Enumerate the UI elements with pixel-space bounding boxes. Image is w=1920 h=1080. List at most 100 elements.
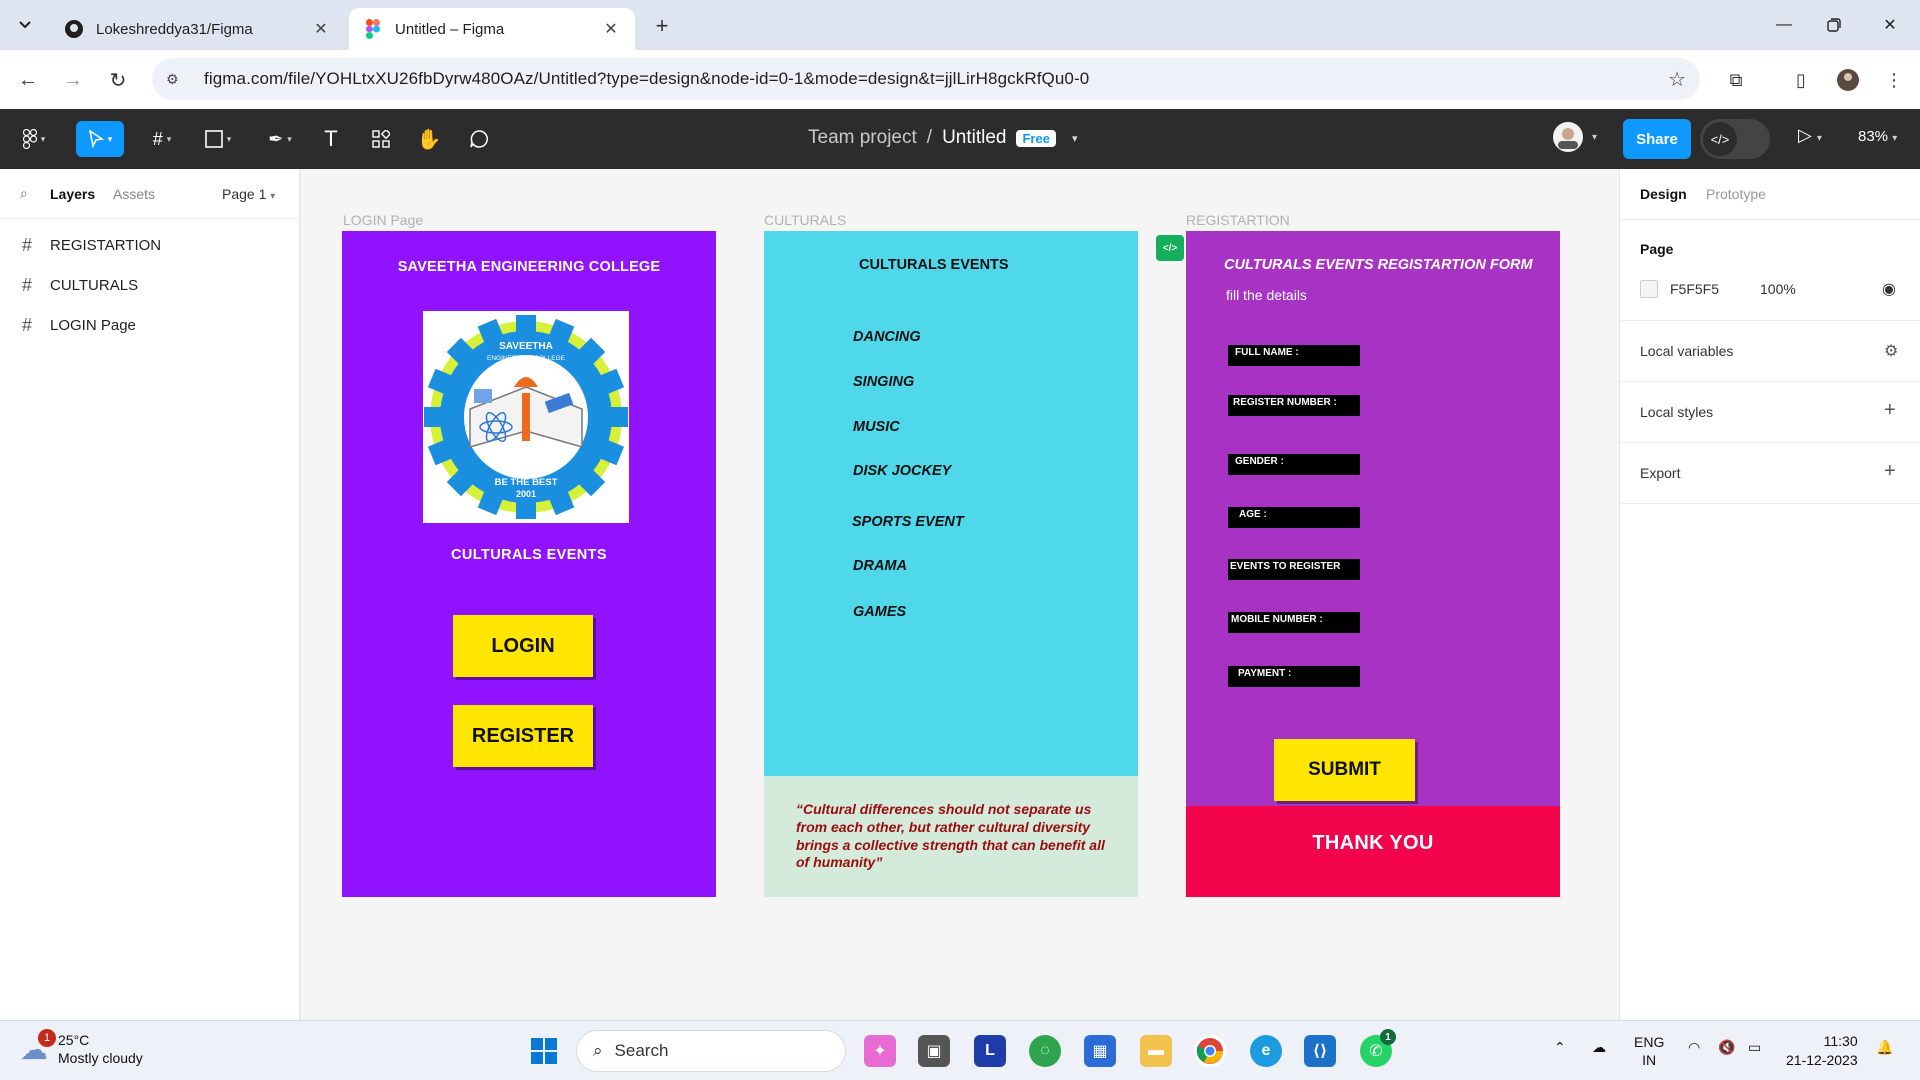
address-bar[interactable]: ⚙ figma.com/file/YOHLtxXU26fbDyrw480OAz/… bbox=[152, 58, 1700, 100]
chevron-up-icon[interactable]: ⌃ bbox=[1554, 1039, 1566, 1056]
tab-search-button[interactable] bbox=[10, 10, 40, 40]
layer-item-culturals[interactable]: # CULTURALS bbox=[0, 265, 300, 305]
tab-assets[interactable]: Assets bbox=[113, 186, 155, 202]
frame-label-registration[interactable]: REGISTARTION bbox=[1186, 212, 1290, 228]
local-variables-label[interactable]: Local variables bbox=[1640, 343, 1733, 359]
minimize-icon[interactable]: — bbox=[1764, 10, 1804, 40]
notification-bell-icon[interactable]: 🔔 bbox=[1876, 1039, 1893, 1056]
windows-start-icon[interactable] bbox=[528, 1035, 560, 1067]
restore-icon[interactable] bbox=[1814, 10, 1854, 40]
shape-tool[interactable]: ▾ bbox=[196, 121, 240, 157]
submit-button[interactable]: SUBMIT bbox=[1274, 739, 1415, 801]
events-to-register-field[interactable]: EVENTS TO REGISTER bbox=[1228, 559, 1360, 580]
present-play-icon[interactable]: ▷ ▾ bbox=[1798, 125, 1822, 146]
move-tool[interactable]: ▾ bbox=[76, 121, 124, 157]
pen-tool[interactable]: ✒ ▾ bbox=[258, 121, 302, 157]
wifi-icon[interactable]: ◠ bbox=[1688, 1039, 1700, 1056]
code-icon[interactable]: </> bbox=[1156, 235, 1184, 261]
back-arrow-icon[interactable]: ← bbox=[12, 64, 44, 96]
system-clock[interactable]: 11:30 21-12-2023 bbox=[1786, 1032, 1858, 1070]
close-tab-icon[interactable]: ✕ bbox=[601, 19, 621, 39]
profile-avatar[interactable] bbox=[1832, 64, 1864, 96]
frame-label-login[interactable]: LOGIN Page bbox=[343, 212, 423, 228]
bookmark-star-icon[interactable]: ☆ bbox=[1668, 67, 1686, 92]
side-panel-icon[interactable]: ▯ bbox=[1785, 64, 1817, 96]
refresh-app-icon[interactable]: ◌ bbox=[1029, 1035, 1061, 1067]
page-opacity-value[interactable]: 100% bbox=[1760, 281, 1796, 297]
vscode-icon[interactable]: ⟨⟩ bbox=[1304, 1035, 1336, 1067]
local-styles-label[interactable]: Local styles bbox=[1640, 404, 1713, 420]
zoom-menu[interactable]: 83% ▾ bbox=[1858, 128, 1897, 145]
site-info-icon[interactable]: ⚙ bbox=[166, 71, 188, 88]
full-name-field[interactable]: FULL NAME : bbox=[1228, 345, 1360, 366]
l-app-icon[interactable]: L bbox=[974, 1035, 1006, 1067]
close-window-icon[interactable]: ✕ bbox=[1870, 10, 1910, 40]
payment-field[interactable]: PAYMENT : bbox=[1228, 666, 1360, 687]
frame-registration[interactable]: CULTURALS EVENTS REGISTARTION FORM fill … bbox=[1186, 231, 1560, 897]
page-selector[interactable]: Page 1 ▾ bbox=[222, 186, 275, 202]
volume-muted-icon[interactable]: 🔇 bbox=[1718, 1039, 1735, 1056]
frame-label-culturals[interactable]: CULTURALS bbox=[764, 212, 846, 228]
visibility-eye-icon[interactable]: ◉ bbox=[1882, 279, 1896, 299]
file-name[interactable]: Untitled bbox=[942, 127, 1006, 149]
weather-widget[interactable]: ☁ 1 25°C Mostly cloudy bbox=[20, 1028, 143, 1067]
login-button[interactable]: LOGIN bbox=[453, 615, 593, 677]
plan-badge[interactable]: Free bbox=[1016, 129, 1056, 147]
browser-tab-figma[interactable]: Untitled – Figma ✕ bbox=[349, 8, 635, 50]
divider bbox=[1620, 381, 1920, 382]
taskbar-search[interactable]: ⌕ Search bbox=[576, 1030, 846, 1072]
export-label[interactable]: Export bbox=[1640, 465, 1680, 481]
frame-culturals[interactable]: CULTURALS EVENTS DANCING SINGING MUSIC D… bbox=[764, 231, 1138, 897]
resources-tool[interactable] bbox=[366, 121, 396, 157]
reload-icon[interactable]: ↻ bbox=[102, 64, 134, 96]
age-field[interactable]: AGE : bbox=[1228, 507, 1360, 528]
tab-design[interactable]: Design bbox=[1640, 186, 1687, 202]
notification-badge: 1 bbox=[38, 1028, 56, 1047]
page-color-swatch[interactable] bbox=[1640, 280, 1658, 298]
search-icon[interactable]: ⌕ bbox=[20, 185, 28, 202]
edge-icon[interactable]: e bbox=[1250, 1035, 1282, 1067]
comment-tool[interactable] bbox=[464, 121, 494, 157]
page-section-heading: Page bbox=[1640, 241, 1674, 257]
design-canvas[interactable]: LOGIN Page SAVEETHA ENGINEERING COLLEGE bbox=[301, 169, 1619, 1020]
project-name[interactable]: Team project bbox=[808, 127, 917, 149]
text-tool[interactable]: T bbox=[316, 121, 346, 157]
frame-login-page[interactable]: SAVEETHA ENGINEERING COLLEGE SAVEETHA EN… bbox=[342, 231, 716, 897]
new-tab-plus-icon[interactable]: + bbox=[648, 12, 676, 40]
microsoft-store-icon[interactable]: ▦ bbox=[1084, 1035, 1116, 1067]
extensions-icon[interactable]: ⧉ bbox=[1720, 64, 1752, 96]
whatsapp-icon[interactable]: ✆ 1 bbox=[1360, 1029, 1396, 1067]
variables-settings-icon[interactable]: ⚙ bbox=[1884, 341, 1898, 361]
language-indicator[interactable]: ENG IN bbox=[1634, 1033, 1664, 1069]
tab-prototype[interactable]: Prototype bbox=[1706, 186, 1766, 202]
browser-tab-github[interactable]: Lokeshreddya31/Figma ✕ bbox=[50, 8, 345, 50]
forward-arrow-icon[interactable]: → bbox=[57, 64, 89, 96]
close-tab-icon[interactable]: ✕ bbox=[311, 19, 331, 39]
chevron-down-icon[interactable]: ▾ bbox=[1072, 132, 1078, 145]
register-number-field[interactable]: REGISTER NUMBER : bbox=[1228, 395, 1360, 416]
copilot-icon[interactable]: ✦ bbox=[864, 1035, 896, 1067]
gender-field[interactable]: GENDER : bbox=[1228, 454, 1360, 475]
share-button[interactable]: Share bbox=[1623, 119, 1691, 159]
battery-icon[interactable]: ▭ bbox=[1748, 1039, 1761, 1056]
layer-item-login-page[interactable]: # LOGIN Page bbox=[0, 305, 300, 345]
layer-item-registartion[interactable]: # REGISTARTION bbox=[0, 225, 300, 265]
page-color-value[interactable]: F5F5F5 bbox=[1670, 281, 1719, 297]
browser-menu-icon[interactable]: ⋮ bbox=[1878, 64, 1910, 96]
frame-tool[interactable]: # ▾ bbox=[140, 121, 184, 157]
mobile-number-field[interactable]: MOBILE NUMBER : bbox=[1228, 612, 1360, 633]
main-menu-button[interactable]: ▾ bbox=[14, 121, 54, 157]
cursor-arrow-icon bbox=[88, 130, 104, 148]
add-style-plus-icon[interactable]: + bbox=[1884, 399, 1896, 422]
add-export-plus-icon[interactable]: + bbox=[1884, 460, 1896, 483]
dev-mode-toggle[interactable]: </> bbox=[1700, 119, 1770, 159]
github-icon bbox=[64, 19, 84, 39]
file-explorer-icon[interactable]: ▬ bbox=[1140, 1035, 1172, 1067]
collaborator-avatar[interactable]: ▾ bbox=[1552, 119, 1608, 155]
hand-tool[interactable]: ✋ bbox=[414, 121, 444, 157]
tab-layers[interactable]: Layers bbox=[50, 186, 95, 202]
register-button[interactable]: REGISTER bbox=[453, 705, 593, 767]
chrome-icon[interactable] bbox=[1194, 1035, 1226, 1067]
task-view-icon[interactable]: ▣ bbox=[918, 1035, 950, 1067]
onedrive-cloud-icon[interactable]: ☁ bbox=[1592, 1039, 1606, 1056]
